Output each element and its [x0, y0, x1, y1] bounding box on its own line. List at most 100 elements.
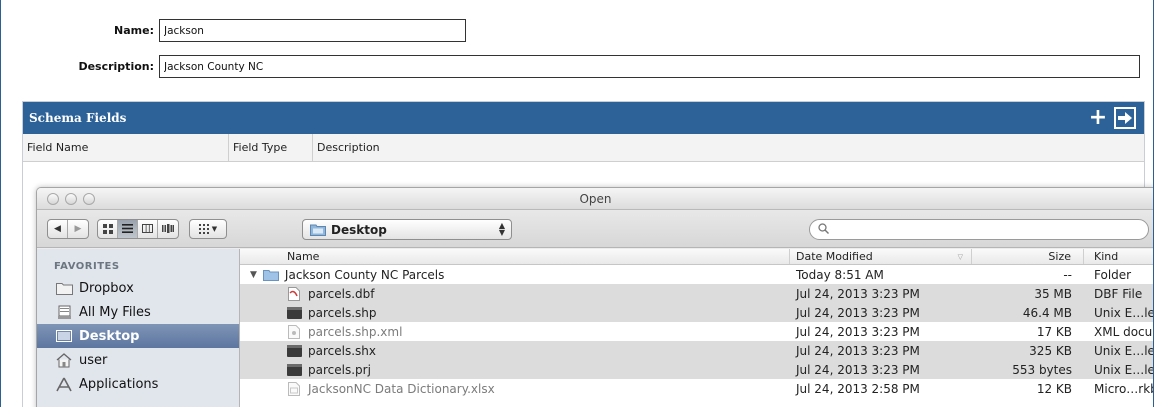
minimize-window-icon[interactable]: [65, 193, 77, 205]
file-name: parcels.shx: [308, 343, 376, 358]
file-date: Jul 24, 2013 2:58 PM: [796, 381, 920, 396]
sidebar-item-applications[interactable]: Applications: [37, 372, 239, 396]
zoom-window-icon[interactable]: [83, 193, 95, 205]
file-date: Jul 24, 2013 3:23 PM: [796, 286, 920, 301]
sidebar-item-desktop[interactable]: Desktop: [37, 324, 239, 348]
file-size: 35 MB: [1034, 286, 1072, 301]
file-list: Name Date Modified ▽ Size Kind ▼ Jackson…: [240, 249, 1154, 407]
xml-file-icon: [286, 324, 302, 339]
unix-exec-icon: [286, 306, 302, 319]
dialog-toolbar: ◀ ▶ ▼ Desktop ▲ ▼: [37, 210, 1153, 248]
location-popup[interactable]: Desktop ▲ ▼: [302, 219, 512, 240]
name-input[interactable]: [159, 19, 466, 42]
file-kind: Micro…rkb: [1094, 381, 1154, 396]
sidebar-item-dropbox[interactable]: Dropbox: [37, 276, 239, 300]
column-view-icon[interactable]: [138, 219, 158, 238]
column-size[interactable]: Size: [972, 249, 1084, 264]
file-name: Jackson County NC Parcels: [284, 267, 445, 282]
arrange-grid-icon[interactable]: ▼: [190, 220, 226, 238]
file-row[interactable]: parcels.prj Jul 24, 2013 3:23 PM 553 byt…: [240, 360, 1153, 379]
column-field-name[interactable]: Field Name: [23, 134, 229, 161]
dialog-titlebar: Open: [37, 188, 1153, 210]
applications-icon: [55, 376, 73, 392]
file-name: parcels.shp.xml: [308, 324, 403, 339]
file-date: Jul 24, 2013 3:23 PM: [796, 362, 920, 377]
back-arrow-icon[interactable]: ◀: [48, 219, 68, 238]
file-row[interactable]: parcels.dbf Jul 24, 2013 3:23 PM 35 MB D…: [240, 284, 1153, 303]
description-input[interactable]: [159, 55, 1140, 78]
file-name-cell: parcels.dbf: [240, 284, 790, 303]
file-kind: Unix E…le I: [1094, 343, 1154, 358]
search-input[interactable]: [833, 223, 1148, 236]
arrange-control[interactable]: ▼: [189, 218, 227, 239]
file-size: 553 bytes: [1012, 362, 1072, 377]
file-name: JacksonNC Data Dictionary.xlsx: [308, 381, 495, 396]
file-row-folder[interactable]: ▼ Jackson County NC Parcels Today 8:51 A…: [240, 265, 1153, 284]
location-label: Desktop: [331, 222, 387, 237]
forward-arrow-icon[interactable]: ▶: [68, 220, 88, 238]
column-date-label: Date Modified: [796, 250, 873, 263]
close-window-icon[interactable]: [47, 193, 59, 205]
column-name[interactable]: Name: [240, 249, 790, 264]
file-name-cell: parcels.shx: [240, 341, 790, 360]
desktop-icon: [55, 328, 73, 344]
file-size: 325 KB: [1029, 343, 1072, 358]
file-name: parcels.dbf: [308, 286, 375, 301]
back-forward-control: ◀ ▶: [47, 218, 89, 239]
favorites-heading: FAVORITES: [54, 261, 120, 272]
file-row[interactable]: parcels.shp.xml Jul 24, 2013 3:23 PM 17 …: [240, 322, 1153, 341]
xlsx-file-icon: [286, 381, 302, 396]
icon-view-icon[interactable]: [98, 219, 118, 238]
file-name: parcels.prj: [308, 362, 371, 377]
dialog-body: FAVORITES Dropbox All My Files Desktop u…: [37, 249, 1154, 407]
column-field-type[interactable]: Field Type: [229, 134, 313, 161]
open-file-dialog: Open ◀ ▶ ▼ Desktop ▲ ▼ FAVORITES Dropbox…: [36, 187, 1154, 407]
file-name-cell: ▼ Jackson County NC Parcels: [240, 265, 790, 284]
folder-icon: [262, 269, 279, 281]
page: Name: Description: Schema Fields + Field…: [0, 0, 1154, 407]
home-icon: [55, 352, 73, 368]
file-list-header: Name Date Modified ▽ Size Kind: [240, 249, 1153, 265]
sidebar-item-label: Dropbox: [79, 280, 134, 296]
sidebar-item-all-my-files[interactable]: All My Files: [37, 300, 239, 324]
file-row[interactable]: JacksonNC Data Dictionary.xlsx Jul 24, 2…: [240, 379, 1154, 398]
file-kind: DBF File: [1094, 286, 1143, 301]
view-mode-control: [97, 218, 179, 239]
description-row: Description:: [1, 55, 1140, 78]
dbf-file-icon: [286, 286, 302, 301]
column-date-modified[interactable]: Date Modified ▽: [790, 249, 972, 264]
description-label: Description:: [78, 60, 154, 73]
column-kind[interactable]: Kind: [1084, 249, 1153, 264]
schema-actions: +: [1088, 107, 1136, 129]
sidebar-item-user[interactable]: user: [37, 348, 239, 372]
file-row[interactable]: parcels.shp Jul 24, 2013 3:23 PM 46.4 MB…: [240, 303, 1153, 322]
window-controls: [47, 193, 95, 205]
column-description[interactable]: Description: [313, 134, 1144, 161]
unix-exec-icon: [286, 363, 302, 376]
file-date: Jul 24, 2013 3:23 PM: [796, 305, 920, 320]
disclosure-triangle-icon[interactable]: ▼: [250, 270, 257, 280]
file-name-cell: JacksonNC Data Dictionary.xlsx: [240, 379, 790, 398]
add-field-icon[interactable]: +: [1088, 107, 1108, 129]
import-arrow-icon[interactable]: [1114, 107, 1136, 129]
sidebar-item-label: user: [79, 352, 108, 368]
sidebar-item-label: All My Files: [79, 304, 151, 320]
sidebar-item-label: Applications: [79, 376, 159, 392]
dialog-title: Open: [579, 191, 612, 206]
coverflow-view-icon[interactable]: [158, 220, 178, 238]
chevron-down-icon: ▼: [211, 224, 218, 233]
desktop-folder-icon: [309, 224, 327, 236]
file-kind: XML docum: [1094, 324, 1153, 339]
file-size: 17 KB: [1036, 324, 1072, 339]
favorites-sidebar: FAVORITES Dropbox All My Files Desktop u…: [37, 249, 240, 407]
updown-chevron-icon: ▲ ▼: [498, 221, 505, 237]
search-field[interactable]: [809, 219, 1149, 240]
folder-icon: [55, 280, 73, 296]
file-row[interactable]: parcels.shx Jul 24, 2013 3:23 PM 325 KB …: [240, 341, 1154, 360]
list-view-icon[interactable]: [118, 219, 138, 238]
schema-column-headers: Field Name Field Type Description: [23, 134, 1144, 162]
file-name-cell: parcels.shp: [240, 303, 790, 322]
search-icon: [818, 222, 829, 237]
schema-fields-header: Schema Fields +: [23, 102, 1144, 134]
file-size: 12 KB: [1036, 381, 1072, 396]
